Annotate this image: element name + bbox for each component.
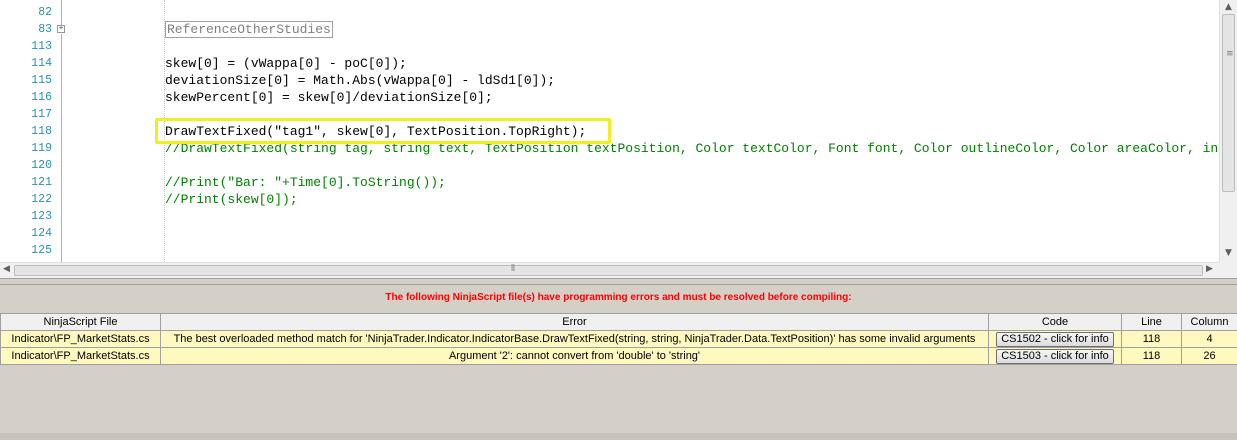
error-panel: The following NinjaScript file(s) have p… <box>0 285 1237 440</box>
error-file-cell: Indicator\FP_MarketStats.cs <box>0 347 161 365</box>
line-number: 122 <box>31 193 52 206</box>
error-code-cell: CS1502 - click for info <box>988 330 1122 348</box>
comment-line[interactable]: //Print("Bar: "+Time[0].ToString()); <box>165 174 446 191</box>
error-table: NinjaScript File Error Code Line Column … <box>0 313 1237 365</box>
line-number: 119 <box>31 142 52 155</box>
column-header-file[interactable]: NinjaScript File <box>0 313 161 331</box>
error-row[interactable]: Indicator\FP_MarketStats.cs Argument '2'… <box>0 347 1237 365</box>
column-header-error[interactable]: Error <box>160 313 989 331</box>
scrollbar-corner <box>1219 262 1237 278</box>
column-header-code[interactable]: Code <box>988 313 1122 331</box>
column-header-column[interactable]: Column <box>1181 313 1237 331</box>
line-number: 116 <box>31 91 52 104</box>
region-line[interactable]: ReferenceOtherStudies <box>165 21 333 38</box>
horizontal-scroll-thumb[interactable]: ⦀ <box>14 264 1203 276</box>
collapsed-region-label[interactable]: ReferenceOtherStudies <box>165 21 333 38</box>
vertical-scrollbar[interactable]: ▲ ≡ ▼ <box>1219 0 1237 262</box>
line-number: 125 <box>31 244 52 257</box>
column-header-line[interactable]: Line <box>1121 313 1182 331</box>
line-number: 83 <box>38 23 52 36</box>
error-description-cell: The best overloaded method match for 'Ni… <box>160 330 989 348</box>
code-line[interactable]: skewPercent[0] = skew[0]/deviationSize[0… <box>165 89 493 106</box>
scroll-down-arrow-icon[interactable]: ▼ <box>1225 248 1232 258</box>
grip-icon: ≡ <box>1226 49 1234 59</box>
vertical-scroll-thumb[interactable]: ≡ <box>1222 14 1235 192</box>
scroll-right-arrow-icon[interactable]: ▶ <box>1206 264 1213 274</box>
comment-line[interactable]: //Print(skew[0]); <box>165 191 298 208</box>
line-number: 82 <box>38 6 52 19</box>
line-number: 113 <box>31 40 52 53</box>
highlight-box <box>155 118 611 144</box>
line-number-gutter: 82 83 113 114 115 116 117 118 119 120 121 122 123 124… <box>0 0 56 262</box>
horizontal-scrollbar[interactable]: ◀ ⦀ ▶ <box>0 262 1219 278</box>
line-number: 114 <box>31 57 52 70</box>
error-row[interactable]: Indicator\FP_MarketStats.cs The best ove… <box>0 330 1237 348</box>
fold-line <box>61 34 62 262</box>
line-number: 124 <box>31 227 52 240</box>
error-description-cell: Argument '2': cannot convert from 'doubl… <box>160 347 989 365</box>
scroll-up-arrow-icon[interactable]: ▲ <box>1225 2 1232 12</box>
line-number: 117 <box>31 108 52 121</box>
code-line[interactable]: skew[0] = (vWappa[0] - poC[0]); <box>165 55 407 72</box>
error-info-button[interactable]: CS1502 - click for info <box>996 331 1114 347</box>
fold-line <box>61 0 62 25</box>
error-column-cell: 4 <box>1181 330 1237 348</box>
line-number: 115 <box>31 74 52 87</box>
line-number: 123 <box>31 210 52 223</box>
error-info-button[interactable]: CS1503 - click for info <box>996 348 1114 364</box>
code-line[interactable]: deviationSize[0] = Math.Abs(vWappa[0] - … <box>165 72 555 89</box>
error-message: The following NinjaScript file(s) have p… <box>385 292 852 303</box>
line-number: 120 <box>31 159 52 172</box>
error-line-cell: 118 <box>1121 330 1182 348</box>
line-number: 121 <box>31 176 52 189</box>
error-file-cell: Indicator\FP_MarketStats.cs <box>0 330 161 348</box>
status-strip <box>0 433 1237 440</box>
panel-splitter[interactable] <box>0 278 1237 285</box>
scroll-left-arrow-icon[interactable]: ◀ <box>3 264 10 274</box>
error-line-cell: 118 <box>1121 347 1182 365</box>
expand-region-icon[interactable]: + <box>57 25 65 33</box>
error-table-header: NinjaScript File Error Code Line Column <box>0 313 1237 331</box>
code-editor[interactable]: 82 83 113 114 115 116 117 118 119 120 121 122 123 124… <box>0 0 1237 278</box>
error-column-cell: 26 <box>1181 347 1237 365</box>
line-number: 118 <box>31 125 52 138</box>
error-code-cell: CS1503 - click for info <box>988 347 1122 365</box>
grip-icon: ⦀ <box>511 264 515 274</box>
